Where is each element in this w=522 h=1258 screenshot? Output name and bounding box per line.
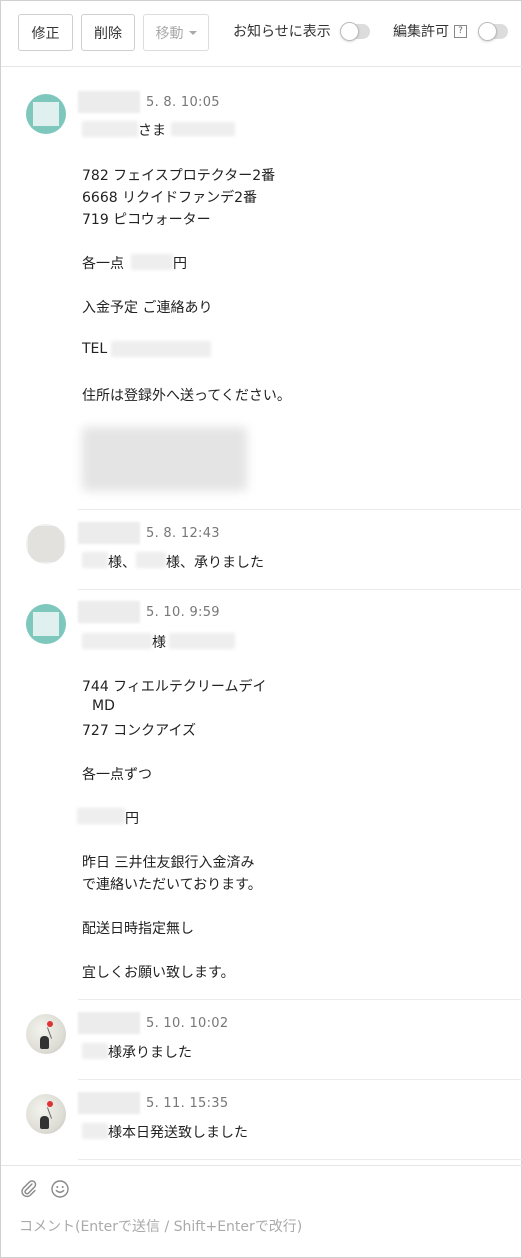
author-name-redacted bbox=[78, 1012, 140, 1034]
avatar[interactable] bbox=[26, 524, 66, 564]
edit-permission-label: 編集許可 bbox=[393, 24, 449, 40]
comment-text: 円 bbox=[125, 811, 139, 827]
toggle-knob bbox=[340, 22, 359, 41]
redacted-text bbox=[82, 552, 108, 568]
comment-text: さま bbox=[138, 123, 166, 139]
comment-text: TEL bbox=[82, 341, 108, 357]
comment-text: 各一点 bbox=[82, 256, 124, 272]
author-name-redacted bbox=[78, 1092, 140, 1114]
author-name-redacted bbox=[78, 522, 140, 544]
comment-text: 各一点ずつ bbox=[82, 767, 152, 783]
divider bbox=[78, 1079, 522, 1080]
toggle-knob bbox=[478, 22, 497, 41]
comment-panel: 修正 削除 移動 お知らせに表示 編集許可 ? 5. 8. 10:05 さま 7… bbox=[0, 0, 522, 1258]
smiley-icon[interactable] bbox=[50, 1179, 70, 1203]
redacted-text bbox=[171, 122, 235, 136]
attached-image-redacted[interactable] bbox=[82, 427, 247, 491]
redacted-text bbox=[169, 633, 235, 649]
redacted-text bbox=[136, 552, 166, 568]
move-dropdown-button[interactable]: 移動 bbox=[143, 14, 209, 51]
redacted-text bbox=[82, 1123, 108, 1139]
comment-text: 配送日時指定無し bbox=[82, 921, 194, 937]
avatar[interactable] bbox=[26, 1094, 66, 1134]
author-name-redacted bbox=[78, 91, 140, 113]
delete-button-label: 削除 bbox=[94, 25, 122, 42]
divider bbox=[78, 589, 522, 590]
comment-timestamp: 5. 8. 12:43 bbox=[146, 526, 220, 541]
comment-text: 782 フェイスプロテクター2番 bbox=[82, 168, 276, 184]
divider bbox=[78, 999, 522, 1000]
redacted-text bbox=[82, 1043, 108, 1059]
composer-divider bbox=[1, 1165, 522, 1166]
comment-text: 宜しくお願い致します。 bbox=[82, 965, 235, 981]
notice-toggle-label: お知らせに表示 bbox=[233, 24, 331, 40]
comment-text: 727 コンクアイズ bbox=[82, 723, 197, 739]
edit-button[interactable]: 修正 bbox=[18, 14, 73, 51]
caret-down-icon bbox=[188, 30, 197, 35]
redacted-text bbox=[82, 633, 152, 649]
comment-timestamp: 5. 11. 15:35 bbox=[146, 1096, 229, 1111]
comment-text: MD bbox=[92, 698, 115, 714]
comment-text: 様本日発送致しました bbox=[108, 1125, 248, 1141]
comment-text: 6668 リクイドファンデ2番 bbox=[82, 190, 257, 206]
edit-permission-toggle[interactable] bbox=[478, 22, 508, 41]
toolbar: 修正 削除 移動 お知らせに表示 編集許可 ? bbox=[1, 1, 522, 67]
edit-button-label: 修正 bbox=[31, 25, 60, 42]
comment-text: 円 bbox=[173, 256, 187, 272]
divider bbox=[78, 1159, 522, 1160]
comment-text: 719 ピコウォーター bbox=[82, 212, 211, 228]
avatar[interactable] bbox=[26, 1014, 66, 1054]
comment-text: 住所は登録外へ送ってください。 bbox=[82, 388, 291, 404]
comment-text: 昨日 三井住友銀行入金済み bbox=[82, 855, 255, 871]
author-name-redacted bbox=[78, 601, 140, 623]
redacted-text bbox=[131, 254, 173, 270]
redacted-text bbox=[111, 341, 211, 357]
comment-text: 様承りました bbox=[108, 1045, 192, 1061]
avatar[interactable] bbox=[26, 604, 66, 644]
notice-toggle[interactable] bbox=[340, 22, 370, 41]
comment-text: 744 フィエルテクリームデイ bbox=[82, 679, 267, 695]
comment-timestamp: 5. 10. 10:02 bbox=[146, 1016, 229, 1031]
delete-button[interactable]: 削除 bbox=[81, 14, 135, 51]
help-icon[interactable]: ? bbox=[454, 25, 467, 38]
paperclip-icon[interactable] bbox=[19, 1179, 39, 1203]
comment-timestamp: 5. 8. 10:05 bbox=[146, 95, 220, 110]
comment-text: 様、 bbox=[108, 555, 136, 571]
divider bbox=[78, 509, 522, 510]
comment-text: 様、承りました bbox=[166, 555, 264, 571]
comment-timestamp: 5. 10. 9:59 bbox=[146, 605, 220, 620]
comment-text: で連絡いただいております。 bbox=[82, 877, 262, 893]
redacted-text bbox=[77, 808, 125, 824]
redacted-text bbox=[82, 121, 138, 137]
avatar[interactable] bbox=[26, 94, 66, 134]
comment-text: 入金予定 ご連絡あり bbox=[82, 300, 213, 316]
comment-input[interactable]: コメント(Enterで送信 / Shift+Enterで改行) bbox=[19, 1216, 302, 1236]
comment-text: 様 bbox=[152, 635, 166, 651]
move-button-label: 移動 bbox=[155, 25, 184, 42]
